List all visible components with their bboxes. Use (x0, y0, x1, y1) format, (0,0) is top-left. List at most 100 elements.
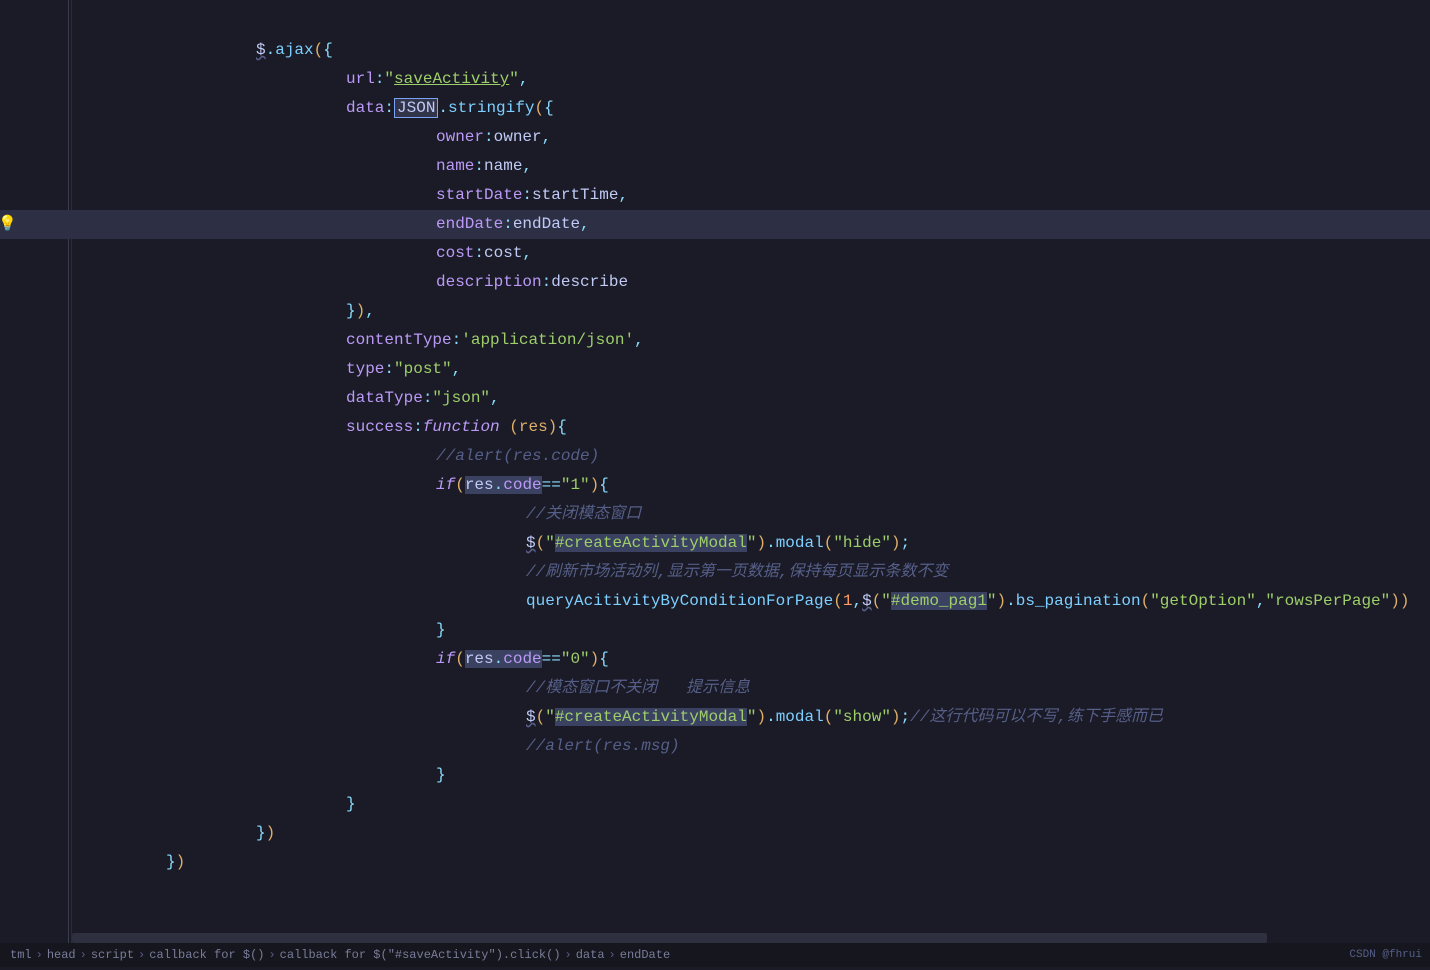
code-line[interactable]: //alert(res.code) (76, 442, 1430, 471)
code-line[interactable]: data:JSON.stringify({ (76, 94, 1430, 123)
code-line[interactable]: //刷新市场活动列,显示第一页数据,保持每页显示条数不变 (76, 558, 1430, 587)
code-line[interactable]: contentType:'application/json', (76, 326, 1430, 355)
code-token: { (557, 418, 567, 436)
code-token: ( (824, 708, 834, 726)
code-token: } (346, 795, 356, 813)
code-line[interactable]: type:"post", (76, 355, 1430, 384)
breadcrumb-item[interactable]: script (91, 948, 134, 962)
code-token: name (484, 157, 522, 175)
code-token: ( (455, 650, 465, 668)
breadcrumb-item[interactable]: tml (10, 948, 32, 962)
code-token: 刷新市场活动列,显示第一页数据,保持每页显示条数不变 (545, 563, 948, 581)
code-token: "rowsPerPage" (1265, 592, 1390, 610)
code-line[interactable]: if(res.code=="1"){ (76, 471, 1430, 500)
code-token: modal (776, 708, 824, 726)
code-line[interactable]: }), (76, 297, 1430, 326)
code-token: { (599, 650, 609, 668)
breadcrumb-item[interactable]: callback for $() (149, 948, 264, 962)
code-token: ) (266, 824, 276, 842)
code-line[interactable]: if(res.code=="0"){ (76, 645, 1430, 674)
code-token: ) (891, 534, 901, 552)
code-token: endDate (513, 215, 580, 233)
chevron-right-icon: › (138, 948, 145, 962)
code-token: : (474, 244, 484, 262)
code-token: , (490, 389, 500, 407)
code-token: $ (256, 41, 266, 59)
code-token: contentType (346, 331, 452, 349)
code-token: "post" (394, 360, 452, 378)
code-line[interactable]: description:describe (76, 268, 1430, 297)
code-token: " (509, 70, 519, 88)
breadcrumb-item[interactable]: data (576, 948, 605, 962)
code-token: stringify (448, 99, 534, 117)
code-line[interactable]: endDate:endDate, (76, 210, 1430, 239)
code-line[interactable]: $("#createActivityModal").modal("show");… (76, 703, 1430, 732)
code-token: ( (536, 708, 546, 726)
code-token: cost (436, 244, 474, 262)
code-line[interactable]: startDate:startTime, (76, 181, 1430, 210)
code-token: ) (176, 853, 186, 871)
code-line[interactable]: //模态窗口不关闭 提示信息 (76, 674, 1430, 703)
code-token: : (452, 331, 462, 349)
breadcrumb-path[interactable]: tml›head›script›callback for $()›callbac… (8, 941, 672, 970)
code-token: ( (824, 534, 834, 552)
breadcrumb-item[interactable]: callback for $("#saveActivity").click() (280, 948, 561, 962)
code-token: ; (901, 708, 911, 726)
code-token: ( (1141, 592, 1151, 610)
code-token: : (484, 128, 494, 146)
code-token: describe (551, 273, 628, 291)
code-token: 这行代码可以不写,练下手感而已 (929, 708, 1163, 726)
code-token: ) (756, 534, 766, 552)
code-line[interactable]: name:name, (76, 152, 1430, 181)
code-token: . (766, 708, 776, 726)
code-token: " (545, 708, 555, 726)
code-line[interactable]: } (76, 761, 1430, 790)
code-token: // (526, 563, 545, 581)
code-line[interactable]: //alert(res.msg) (76, 732, 1430, 761)
code-token: url (346, 70, 375, 88)
code-token: data (346, 99, 384, 117)
code-token: , (522, 157, 532, 175)
code-token: . (1006, 592, 1016, 610)
code-token: //alert(res.code) (436, 447, 599, 465)
code-line[interactable]: $.ajax({ (76, 36, 1430, 65)
code-token: , (852, 592, 862, 610)
code-line[interactable]: //关闭模态窗口 (76, 500, 1430, 529)
code-token: ( (509, 418, 519, 436)
code-line[interactable]: $("#createActivityModal").modal("hide"); (76, 529, 1430, 558)
code-token: } (436, 766, 446, 784)
code-token: "getOption" (1150, 592, 1256, 610)
chevron-right-icon: › (80, 948, 87, 962)
code-editor[interactable]: $.ajax({url:"saveActivity",data:JSON.str… (76, 36, 1430, 877)
code-token: , (580, 215, 590, 233)
code-line[interactable]: dataType:"json", (76, 384, 1430, 413)
code-line[interactable]: queryAcitivityByConditionForPage(1,$("#d… (76, 587, 1430, 616)
code-token: ( (314, 41, 324, 59)
code-token: } (256, 824, 266, 842)
code-token: saveActivity (394, 70, 509, 88)
code-line[interactable]: }) (76, 819, 1430, 848)
code-token: res (465, 650, 494, 668)
code-token: { (323, 41, 333, 59)
code-token: . (494, 650, 504, 668)
code-line[interactable]: } (76, 616, 1430, 645)
code-line[interactable]: cost:cost, (76, 239, 1430, 268)
code-line[interactable]: }) (76, 848, 1430, 877)
code-token: : (503, 215, 513, 233)
code-token: : (522, 186, 532, 204)
code-line[interactable]: url:"saveActivity", (76, 65, 1430, 94)
code-token: , (1256, 592, 1266, 610)
code-token: cost (484, 244, 522, 262)
code-line[interactable]: } (76, 790, 1430, 819)
code-token: ) (356, 302, 366, 320)
code-token: name (436, 157, 474, 175)
breadcrumb-item[interactable]: endDate (620, 948, 670, 962)
code-line[interactable]: owner:owner, (76, 123, 1430, 152)
code-token: ajax (275, 41, 313, 59)
code-token: ( (833, 592, 843, 610)
intention-bulb-icon[interactable]: 💡 (0, 210, 17, 239)
code-token: endDate (436, 215, 503, 233)
code-line[interactable]: success:function (res){ (76, 413, 1430, 442)
breadcrumb-item[interactable]: head (47, 948, 76, 962)
code-token: if (436, 476, 455, 494)
